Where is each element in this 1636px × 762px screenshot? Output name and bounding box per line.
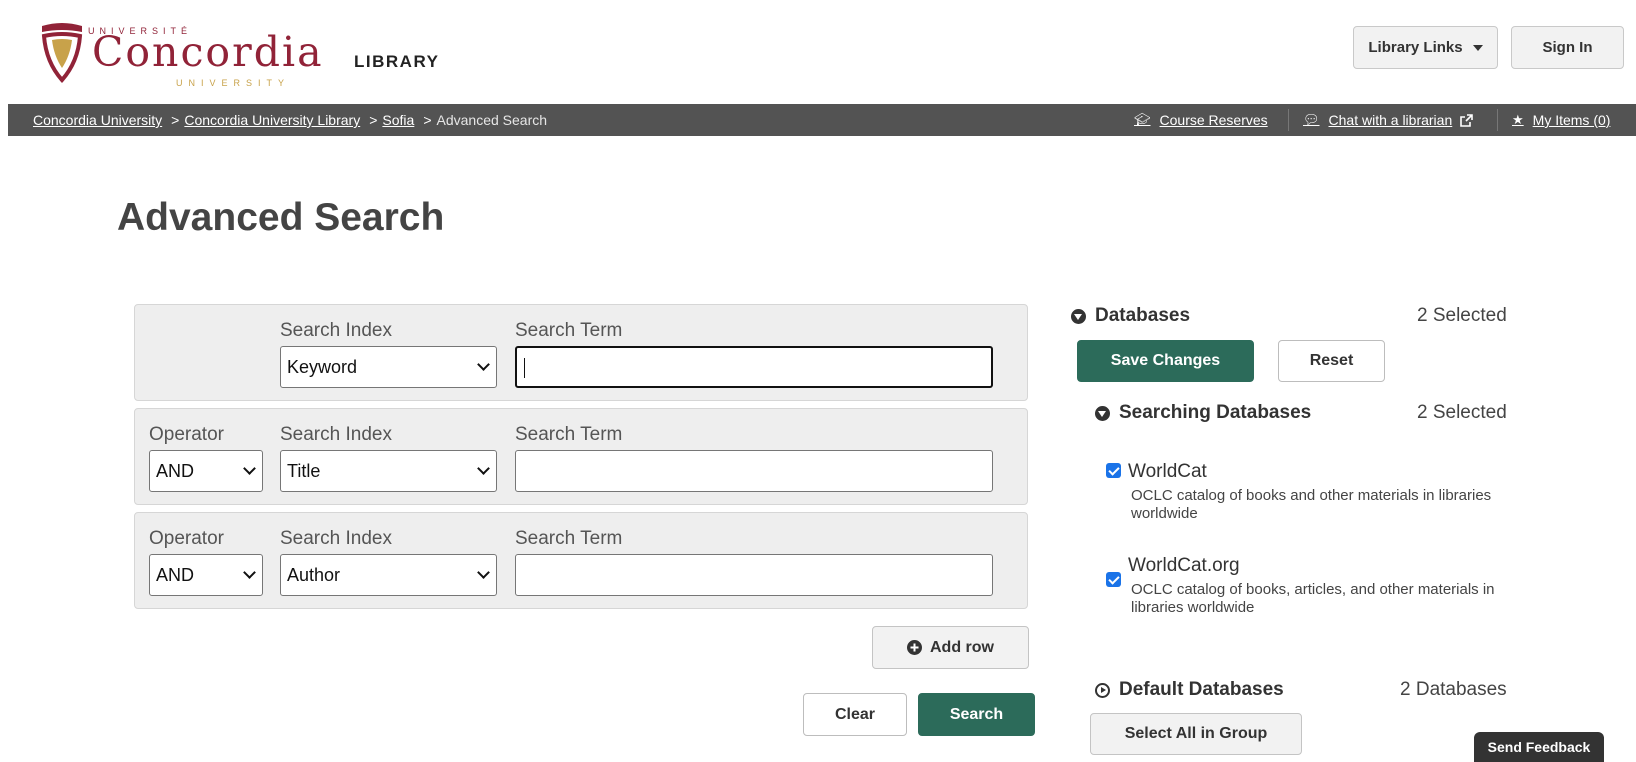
default-databases-header[interactable]: Default Databases <box>1095 679 1284 701</box>
search-term-label: Search Term <box>515 424 623 445</box>
add-row-label: Add row <box>930 638 994 656</box>
chevron-down-icon <box>477 462 490 475</box>
search-button[interactable]: Search <box>918 693 1035 736</box>
library-links-label: Library Links <box>1368 39 1463 56</box>
select-all-in-group-button[interactable]: Select All in Group <box>1090 713 1302 755</box>
default-databases-title: Default Databases <box>1119 679 1284 700</box>
star-icon: ★ <box>1512 112 1524 127</box>
search-index-select[interactable]: Title <box>280 450 497 492</box>
breadcrumb-separator: > <box>423 112 432 128</box>
breadcrumb: Concordia University > Concordia Universit… <box>33 112 547 128</box>
collapse-circle-icon <box>1095 405 1110 421</box>
logo-library-text: LIBRARY <box>354 52 440 71</box>
operator-label: Operator <box>149 424 224 445</box>
chevron-down-icon <box>243 462 256 475</box>
add-row-button[interactable]: Add row <box>872 626 1029 669</box>
databases-title: Databases <box>1095 305 1191 326</box>
databases-selected-count: 2 Selected <box>1417 305 1507 326</box>
search-index-label: Search Index <box>280 320 392 341</box>
breadcrumb-separator: > <box>369 112 378 128</box>
sign-in-button[interactable]: Sign In <box>1511 26 1624 69</box>
logo-bottom-text: UNIVERSITY <box>176 78 291 88</box>
library-links-button[interactable]: Library Links <box>1353 26 1498 69</box>
worldcat-description: OCLC catalog of books and other material… <box>1131 487 1492 522</box>
divider <box>1288 109 1289 131</box>
reset-button[interactable]: Reset <box>1278 340 1385 382</box>
search-index-select[interactable]: Author <box>280 554 497 596</box>
course-reserves-link[interactable]: 🎓︎ Course Reserves <box>1134 112 1268 128</box>
chat-librarian-label: Chat with a librarian <box>1328 112 1453 128</box>
worldcat-org-description: OCLC catalog of books, articles, and oth… <box>1131 581 1495 616</box>
search-index-label: Search Index <box>280 424 392 445</box>
operator-label: Operator <box>149 528 224 549</box>
chat-bubbles-icon: 💬︎ <box>1303 112 1320 127</box>
operator-value: AND <box>156 460 195 481</box>
page-title: Advanced Search <box>117 196 445 239</box>
course-reserves-label: Course Reserves <box>1159 112 1268 128</box>
worldcat-org-checkbox[interactable] <box>1106 572 1121 587</box>
my-items-link[interactable]: ★ My Items (0) <box>1512 112 1610 128</box>
text-cursor <box>524 358 525 378</box>
plus-circle-icon <box>907 640 922 655</box>
search-term-input[interactable] <box>515 554 993 596</box>
search-index-value: Keyword <box>287 356 358 377</box>
searching-databases-header[interactable]: Searching Databases <box>1095 402 1311 424</box>
search-term-input[interactable] <box>515 450 993 492</box>
operator-value: AND <box>156 564 195 585</box>
worldcat-org-name: WorldCat.org <box>1128 555 1240 576</box>
worldcat-checkbox[interactable] <box>1106 463 1121 478</box>
breadcrumb-separator: > <box>171 112 180 128</box>
chevron-down-icon <box>477 566 490 579</box>
graduation-cap-icon: 🎓︎ <box>1134 112 1151 127</box>
concordia-shield-icon <box>41 23 83 84</box>
chevron-down-icon <box>243 566 256 579</box>
operator-select[interactable]: AND <box>149 450 263 492</box>
breadcrumb-item-library[interactable]: Concordia University Library <box>184 112 360 128</box>
clear-button[interactable]: Clear <box>803 693 907 736</box>
databases-header[interactable]: Databases <box>1071 305 1190 327</box>
breadcrumb-current: Advanced Search <box>436 112 548 128</box>
logo-main-text: Concordia <box>92 28 324 76</box>
searching-databases-title: Searching Databases <box>1119 402 1312 423</box>
search-index-select[interactable]: Keyword <box>280 346 497 388</box>
search-term-label: Search Term <box>515 320 623 341</box>
chevron-down-icon <box>477 358 490 371</box>
worldcat-name: WorldCat <box>1128 461 1207 482</box>
chat-librarian-link[interactable]: 💬︎ Chat with a librarian <box>1303 112 1474 128</box>
operator-select[interactable]: AND <box>149 554 263 596</box>
external-link-icon <box>1460 113 1474 127</box>
expand-circle-icon <box>1095 682 1110 698</box>
default-databases-count: 2 Databases <box>1400 679 1507 700</box>
search-term-input[interactable] <box>515 346 993 388</box>
breadcrumb-item-concordia-university[interactable]: Concordia University <box>33 112 162 128</box>
breadcrumb-item-sofia[interactable]: Sofia <box>382 112 414 128</box>
searching-databases-count: 2 Selected <box>1417 402 1507 423</box>
search-index-value: Title <box>287 460 321 481</box>
save-changes-button[interactable]: Save Changes <box>1077 340 1254 382</box>
search-index-value: Author <box>287 564 341 585</box>
collapse-circle-icon <box>1071 308 1086 324</box>
divider <box>1497 109 1498 131</box>
my-items-label: My Items (0) <box>1532 112 1611 128</box>
caret-down-icon <box>1472 44 1483 51</box>
search-index-label: Search Index <box>280 528 392 549</box>
search-term-label: Search Term <box>515 528 623 549</box>
